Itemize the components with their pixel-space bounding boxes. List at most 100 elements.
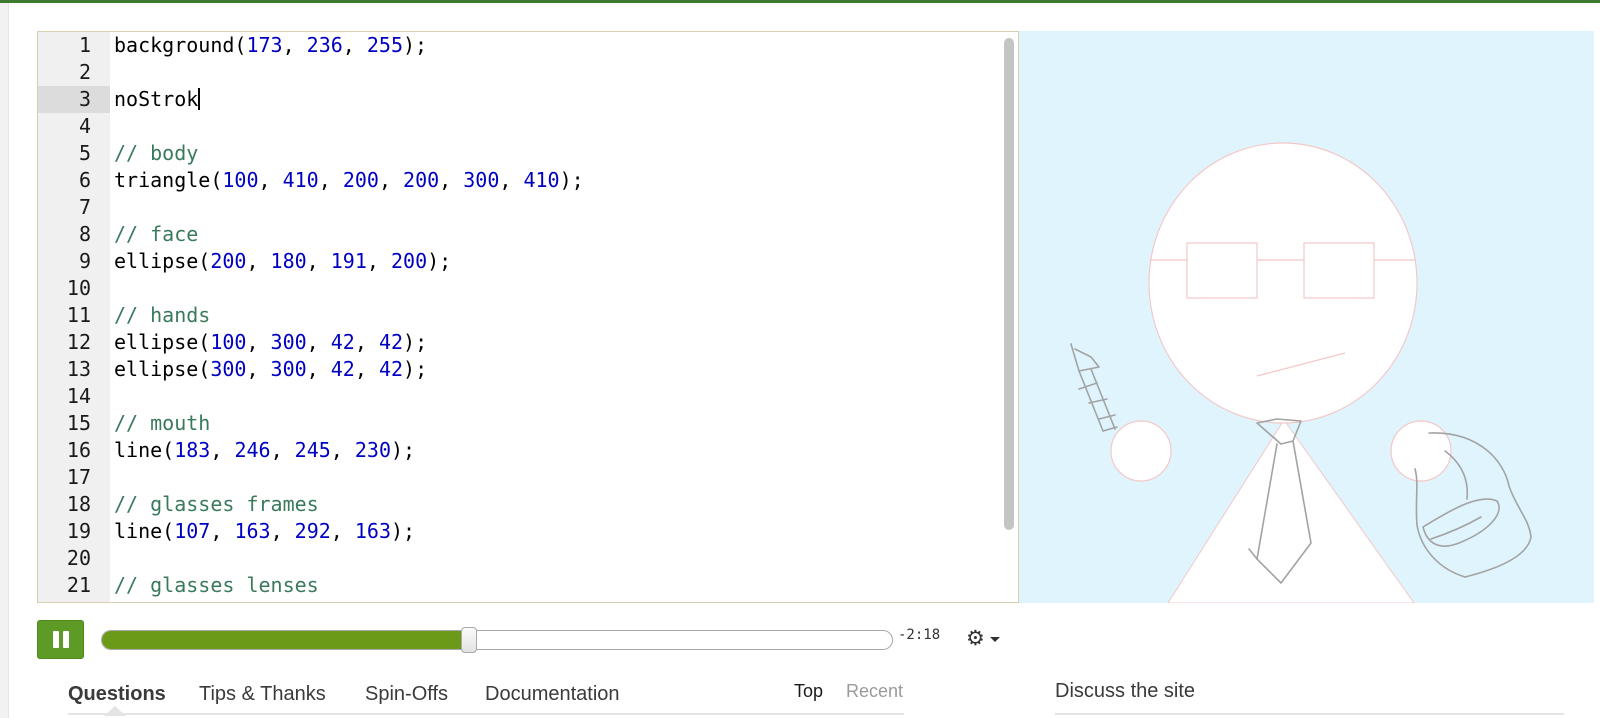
tab-spin-offs[interactable]: Spin-Offs: [365, 683, 448, 706]
code-token: noStrok: [114, 87, 199, 111]
tab-tips-and-thanks[interactable]: Tips & Thanks: [199, 683, 326, 706]
code-text[interactable]: // mouth: [110, 410, 998, 437]
pause-button[interactable]: [37, 620, 84, 659]
number-token: 163: [234, 519, 271, 543]
code-token: );: [403, 357, 428, 381]
left-hand-circle: [1110, 420, 1172, 482]
number-token: 42: [330, 357, 355, 381]
code-editor[interactable]: 1 background(173, 236, 255); 2 3 noStrok 4 5 //…: [37, 31, 1019, 603]
code-token: ,: [499, 168, 524, 192]
sort-top[interactable]: Top: [794, 681, 823, 702]
code-text[interactable]: ellipse(300, 300, 42, 42);: [110, 356, 998, 383]
number-token: 300: [270, 357, 307, 381]
code-token: ,: [306, 330, 331, 354]
number-token: 107: [174, 519, 211, 543]
line-number: 18: [66, 492, 91, 516]
code-line[interactable]: 6 triangle(100, 410, 200, 200, 300, 410);: [38, 167, 998, 194]
code-token: );: [427, 249, 452, 273]
code-line[interactable]: 1 background(173, 236, 255);: [38, 32, 998, 59]
code-text[interactable]: triangle(100, 410, 200, 200, 300, 410);: [110, 167, 998, 194]
comment-token: // hands: [114, 303, 211, 327]
chevron-down-icon[interactable]: [990, 637, 1000, 642]
playback-progress-bar[interactable]: [101, 630, 893, 650]
code-token: ,: [270, 519, 295, 543]
code-token: ellipse(: [114, 357, 211, 381]
canvas-drawing: [1019, 31, 1594, 603]
editor-scrollbar-thumb[interactable]: [1004, 38, 1014, 530]
number-token: 183: [174, 438, 211, 462]
line-number: 2: [78, 60, 91, 84]
code-line[interactable]: 21 // glasses lenses: [38, 572, 998, 599]
code-text[interactable]: ellipse(200, 180, 191, 200);: [110, 248, 998, 275]
code-text[interactable]: background(173, 236, 255);: [110, 32, 998, 59]
line-number: 16: [66, 438, 91, 462]
code-area[interactable]: 1 background(173, 236, 255); 2 3 noStrok 4 5 //…: [38, 32, 998, 599]
code-line[interactable]: 8 // face: [38, 221, 998, 248]
number-token: 100: [210, 330, 247, 354]
code-text[interactable]: // hands: [110, 302, 998, 329]
discuss-the-site-heading: Discuss the site: [1055, 680, 1196, 702]
code-token: ,: [439, 168, 464, 192]
code-text[interactable]: // body: [110, 140, 998, 167]
line-number: 6: [78, 168, 91, 192]
code-line[interactable]: 2: [38, 59, 998, 86]
code-line[interactable]: 17: [38, 464, 998, 491]
code-token: ,: [306, 357, 331, 381]
number-token: 230: [354, 438, 391, 462]
code-line[interactable]: 13 ellipse(300, 300, 42, 42);: [38, 356, 998, 383]
output-canvas[interactable]: [1019, 31, 1594, 603]
number-token: 236: [306, 33, 343, 57]
number-token: 300: [270, 330, 307, 354]
code-token: ,: [210, 438, 235, 462]
code-line[interactable]: 15 // mouth: [38, 410, 998, 437]
tab-questions[interactable]: Questions: [68, 683, 166, 706]
left-glasses-lens: [1186, 242, 1258, 299]
code-token: background(: [114, 33, 247, 57]
code-token: );: [403, 33, 428, 57]
code-token: ,: [354, 330, 379, 354]
top-accent-bar: [0, 0, 1600, 3]
code-line[interactable]: 10: [38, 275, 998, 302]
code-token: ,: [270, 438, 295, 462]
code-token: line(: [114, 438, 175, 462]
number-token: 42: [378, 330, 404, 354]
code-line[interactable]: 5 // body: [38, 140, 998, 167]
code-line[interactable]: 7: [38, 194, 998, 221]
number-token: 191: [330, 249, 367, 273]
code-token: ,: [210, 519, 235, 543]
code-text[interactable]: // face: [110, 221, 998, 248]
code-token: );: [391, 519, 416, 543]
code-line[interactable]: 16 line(183, 246, 245, 230);: [38, 437, 998, 464]
code-token: ellipse(: [114, 249, 211, 273]
code-token: line(: [114, 519, 175, 543]
progress-scrubber-handle[interactable]: [461, 627, 478, 653]
line-number: 1: [78, 33, 91, 57]
code-text[interactable]: // glasses lenses: [110, 572, 998, 599]
number-token: 200: [390, 249, 428, 273]
code-line[interactable]: 9 ellipse(200, 180, 191, 200);: [38, 248, 998, 275]
code-text[interactable]: ellipse(100, 300, 42, 42);: [110, 329, 998, 356]
comment-token: // mouth: [114, 411, 211, 435]
right-glasses-lens: [1303, 242, 1375, 299]
code-line[interactable]: 18 // glasses frames: [38, 491, 998, 518]
sort-recent[interactable]: Recent: [846, 681, 903, 702]
code-token: ,: [306, 249, 331, 273]
code-line[interactable]: 14: [38, 383, 998, 410]
code-line[interactable]: 19 line(107, 163, 292, 163);: [38, 518, 998, 545]
code-token: ,: [354, 357, 379, 381]
code-line[interactable]: 12 ellipse(100, 300, 42, 42);: [38, 329, 998, 356]
code-text[interactable]: noStrok: [110, 86, 998, 113]
line-number: 3: [78, 87, 91, 111]
code-text[interactable]: line(183, 246, 245, 230);: [110, 437, 998, 464]
code-text[interactable]: // glasses frames: [110, 491, 998, 518]
line-number: 15: [66, 411, 91, 435]
number-token: 42: [330, 330, 355, 354]
gear-icon[interactable]: ⚙: [966, 627, 985, 651]
code-token: ellipse(: [114, 330, 211, 354]
tab-documentation[interactable]: Documentation: [485, 683, 620, 706]
code-line[interactable]: 20: [38, 545, 998, 572]
code-line[interactable]: 4: [38, 113, 998, 140]
code-text[interactable]: line(107, 163, 292, 163);: [110, 518, 998, 545]
code-line[interactable]: 11 // hands: [38, 302, 998, 329]
code-line[interactable]: 3 noStrok: [38, 86, 998, 113]
